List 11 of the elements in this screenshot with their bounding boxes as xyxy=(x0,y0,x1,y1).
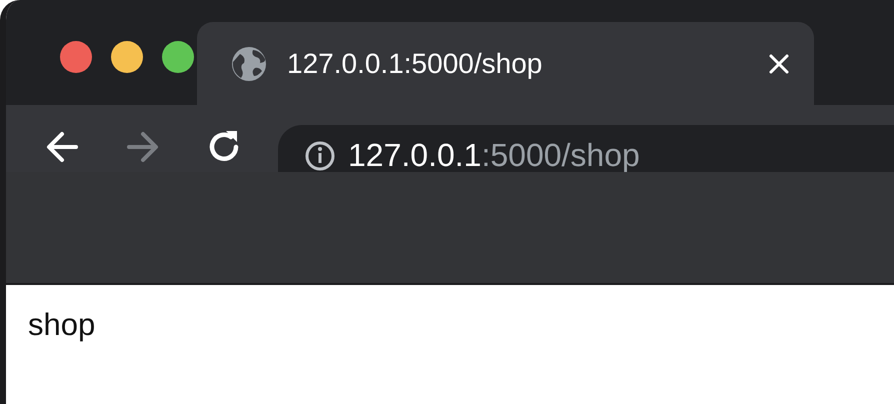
zoom-window-button[interactable] xyxy=(162,41,194,73)
url-text: 127.0.0.1:5000/shop xyxy=(348,137,640,174)
page-text: shop xyxy=(28,307,96,342)
close-window-button[interactable] xyxy=(60,41,92,73)
minimize-window-button[interactable] xyxy=(111,41,143,73)
address-bar[interactable]: 127.0.0.1:5000/shop xyxy=(278,125,894,172)
browser-tab[interactable]: 127.0.0.1:5000/shop xyxy=(197,22,814,105)
close-icon[interactable] xyxy=(768,52,790,74)
info-icon xyxy=(304,140,336,172)
tab-title: 127.0.0.1:5000/shop xyxy=(287,48,544,80)
globe-icon xyxy=(231,46,267,82)
